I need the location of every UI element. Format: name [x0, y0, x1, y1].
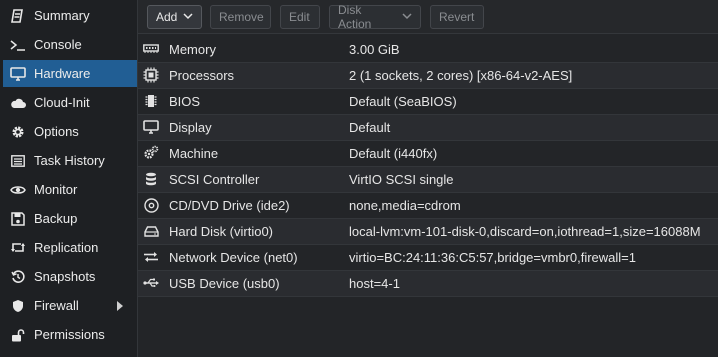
monitor-icon	[10, 66, 26, 82]
sidebar-item-task-history[interactable]: Task History	[3, 147, 137, 174]
cpu-icon	[143, 67, 159, 83]
row-value: local-lvm:vm-101-disk-0,discard=on,iothr…	[349, 224, 701, 239]
toolbar: Add Remove Edit Disk Action Revert	[138, 0, 718, 34]
hardware-panel: Add Remove Edit Disk Action Revert Memor…	[138, 0, 718, 357]
hdd-icon	[143, 223, 159, 239]
sidebar-item-console[interactable]: Console	[3, 31, 137, 58]
memory-icon	[143, 41, 159, 57]
edit-button[interactable]: Edit	[280, 5, 320, 29]
sidebar-item-label: Monitor	[34, 182, 78, 197]
eye-icon	[10, 182, 26, 198]
sidebar-item-options[interactable]: Options	[3, 118, 137, 145]
row-value: VirtIO SCSI single	[349, 172, 454, 187]
table-row[interactable]: Hard Disk (virtio0) local-lvm:vm-101-dis…	[138, 219, 718, 245]
sidebar-item-hardware[interactable]: Hardware	[3, 60, 137, 87]
exchange-icon	[143, 249, 159, 265]
chevron-down-icon	[402, 12, 412, 23]
row-name: BIOS	[169, 94, 201, 109]
sidebar-item-label: Console	[34, 37, 82, 52]
sidebar-item-label: Summary	[34, 8, 90, 23]
row-name: Processors	[169, 68, 235, 83]
hardware-grid: Memory 3.00 GiB Processors 2 (1 sockets,…	[138, 37, 718, 297]
row-name: SCSI Controller	[169, 172, 260, 187]
sidebar-item-label: Firewall	[34, 298, 79, 313]
cdrom-icon	[143, 197, 159, 213]
history-icon	[10, 269, 26, 285]
sidebar-item-cloud-init[interactable]: Cloud-Init	[3, 89, 137, 116]
retweet-icon	[10, 240, 26, 256]
sidebar-item-replication[interactable]: Replication	[3, 234, 137, 261]
add-button-label: Add	[156, 10, 178, 24]
sidebar-item-label: Replication	[34, 240, 99, 255]
sidebar-item-summary[interactable]: Summary	[3, 2, 137, 29]
table-row[interactable]: SCSI Controller VirtIO SCSI single	[138, 167, 718, 193]
row-name: Machine	[169, 146, 219, 161]
gear-icon	[10, 124, 26, 140]
usb-icon	[143, 275, 159, 291]
sidebar-item-label: Options	[34, 124, 79, 139]
bios-chip-icon	[143, 93, 159, 109]
sidebar-item-backup[interactable]: Backup	[3, 205, 137, 232]
cogs-icon	[143, 145, 159, 161]
sidebar-item-label: Backup	[34, 211, 78, 226]
add-button[interactable]: Add	[147, 5, 202, 29]
expand-arrow-icon[interactable]	[117, 301, 123, 311]
edit-button-label: Edit	[289, 10, 310, 24]
sidebar-item-monitor[interactable]: Monitor	[3, 176, 137, 203]
revert-button[interactable]: Revert	[430, 5, 484, 29]
table-row[interactable]: Display Default	[138, 115, 718, 141]
remove-button[interactable]: Remove	[210, 5, 271, 29]
row-name: CD/DVD Drive (ide2)	[169, 198, 290, 213]
sidebar-item-permissions[interactable]: Permissions	[3, 321, 137, 348]
row-value: 2 (1 sockets, 2 cores) [x86-64-v2-AES]	[349, 68, 573, 83]
disk-action-button[interactable]: Disk Action	[329, 3, 421, 31]
sidebar: Summary Console Hardware Cloud-Init Opti…	[0, 0, 138, 357]
row-value: virtio=BC:24:11:36:C5:57,bridge=vmbr0,fi…	[349, 250, 636, 265]
remove-button-label: Remove	[219, 10, 264, 24]
unlock-icon	[10, 327, 26, 343]
sidebar-item-label: Hardware	[34, 66, 91, 81]
table-row[interactable]: Network Device (net0) virtio=BC:24:11:36…	[138, 245, 718, 271]
row-name: Display	[169, 120, 212, 135]
table-row[interactable]: USB Device (usb0) host=4-1	[138, 271, 718, 297]
row-name: Hard Disk (virtio0)	[169, 224, 274, 239]
row-name: Network Device (net0)	[169, 250, 298, 265]
row-name: Memory	[169, 42, 216, 57]
revert-button-label: Revert	[439, 10, 475, 24]
row-value: Default	[349, 120, 391, 135]
floppy-icon	[10, 211, 26, 227]
summary-icon	[10, 8, 26, 24]
row-value: host=4-1	[349, 276, 400, 291]
sidebar-item-label: Snapshots	[34, 269, 96, 284]
table-row[interactable]: Machine Default (i440fx)	[138, 141, 718, 167]
row-value: Default (i440fx)	[349, 146, 438, 161]
list-icon	[10, 153, 26, 169]
row-name: USB Device (usb0)	[169, 276, 280, 291]
sidebar-item-label: Task History	[34, 153, 105, 168]
disk-action-button-label: Disk Action	[338, 3, 372, 31]
sidebar-item-label: Cloud-Init	[34, 95, 90, 110]
table-row[interactable]: CD/DVD Drive (ide2) none,media=cdrom	[138, 193, 718, 219]
shield-icon	[10, 298, 26, 314]
sidebar-item-snapshots[interactable]: Snapshots	[3, 263, 137, 290]
sidebar-item-label: Permissions	[34, 327, 105, 342]
row-value: none,media=cdrom	[349, 198, 461, 213]
table-row[interactable]: Memory 3.00 GiB	[138, 37, 718, 63]
row-value: Default (SeaBIOS)	[349, 94, 457, 109]
chevron-down-icon	[183, 12, 193, 23]
cloud-icon	[10, 95, 26, 111]
table-row[interactable]: BIOS Default (SeaBIOS)	[138, 89, 718, 115]
database-icon	[143, 171, 159, 187]
table-row[interactable]: Processors 2 (1 sockets, 2 cores) [x86-6…	[138, 63, 718, 89]
row-value: 3.00 GiB	[349, 42, 400, 57]
display-icon	[143, 119, 159, 135]
console-icon	[10, 37, 26, 53]
sidebar-item-firewall[interactable]: Firewall	[3, 292, 137, 319]
